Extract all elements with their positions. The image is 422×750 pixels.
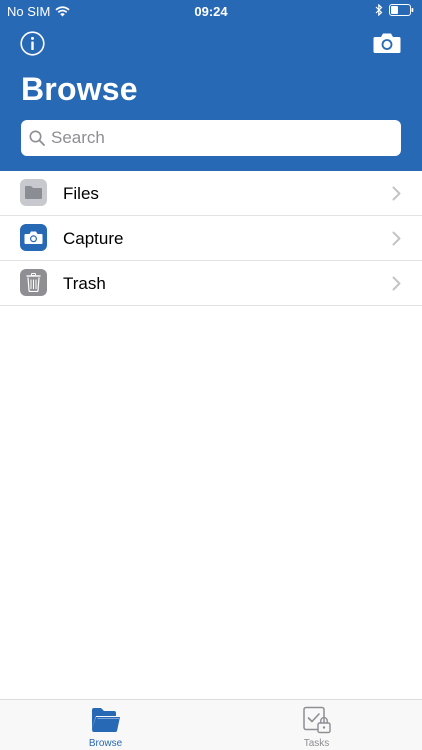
search-icon (29, 130, 45, 146)
search-input[interactable] (51, 128, 371, 148)
tab-tasks[interactable]: Tasks (211, 700, 422, 750)
folder-icon (92, 708, 120, 733)
camera-icon[interactable] (373, 32, 401, 54)
search-bar[interactable] (21, 120, 401, 156)
status-time: 09:24 (194, 4, 228, 19)
trash-icon (26, 273, 41, 292)
page-title: Browse (21, 71, 138, 107)
status-right (375, 4, 414, 16)
chevron-right-icon (392, 276, 401, 291)
chevron-right-icon (392, 186, 401, 201)
capture-icon-tile (20, 224, 47, 251)
list-item-files[interactable]: Files (0, 171, 422, 216)
tab-label: Tasks (303, 738, 330, 749)
camera-icon (24, 231, 43, 244)
list-item-label: Capture (63, 229, 124, 248)
tasks-lock-icon (303, 706, 331, 734)
list-item-label: Files (63, 184, 99, 203)
tab-browse[interactable]: Browse (0, 700, 211, 750)
list-item-trash[interactable]: Trash (0, 261, 422, 306)
battery-icon (389, 4, 414, 16)
chevron-right-icon (392, 231, 401, 246)
status-bar: No SIM 09:24 (0, 0, 422, 22)
info-icon[interactable] (20, 31, 45, 56)
bluetooth-icon (375, 4, 383, 16)
files-icon-tile (20, 179, 47, 206)
folder-icon (25, 186, 42, 199)
tab-label: Browse (88, 738, 123, 749)
browse-list: Files Capture Trash (0, 171, 422, 306)
tab-bar: Browse Tasks (0, 699, 422, 750)
trash-icon-tile (20, 269, 47, 296)
list-item-capture[interactable]: Capture (0, 216, 422, 261)
header: No SIM 09:24 Browse (0, 0, 422, 171)
list-item-label: Trash (63, 274, 106, 293)
